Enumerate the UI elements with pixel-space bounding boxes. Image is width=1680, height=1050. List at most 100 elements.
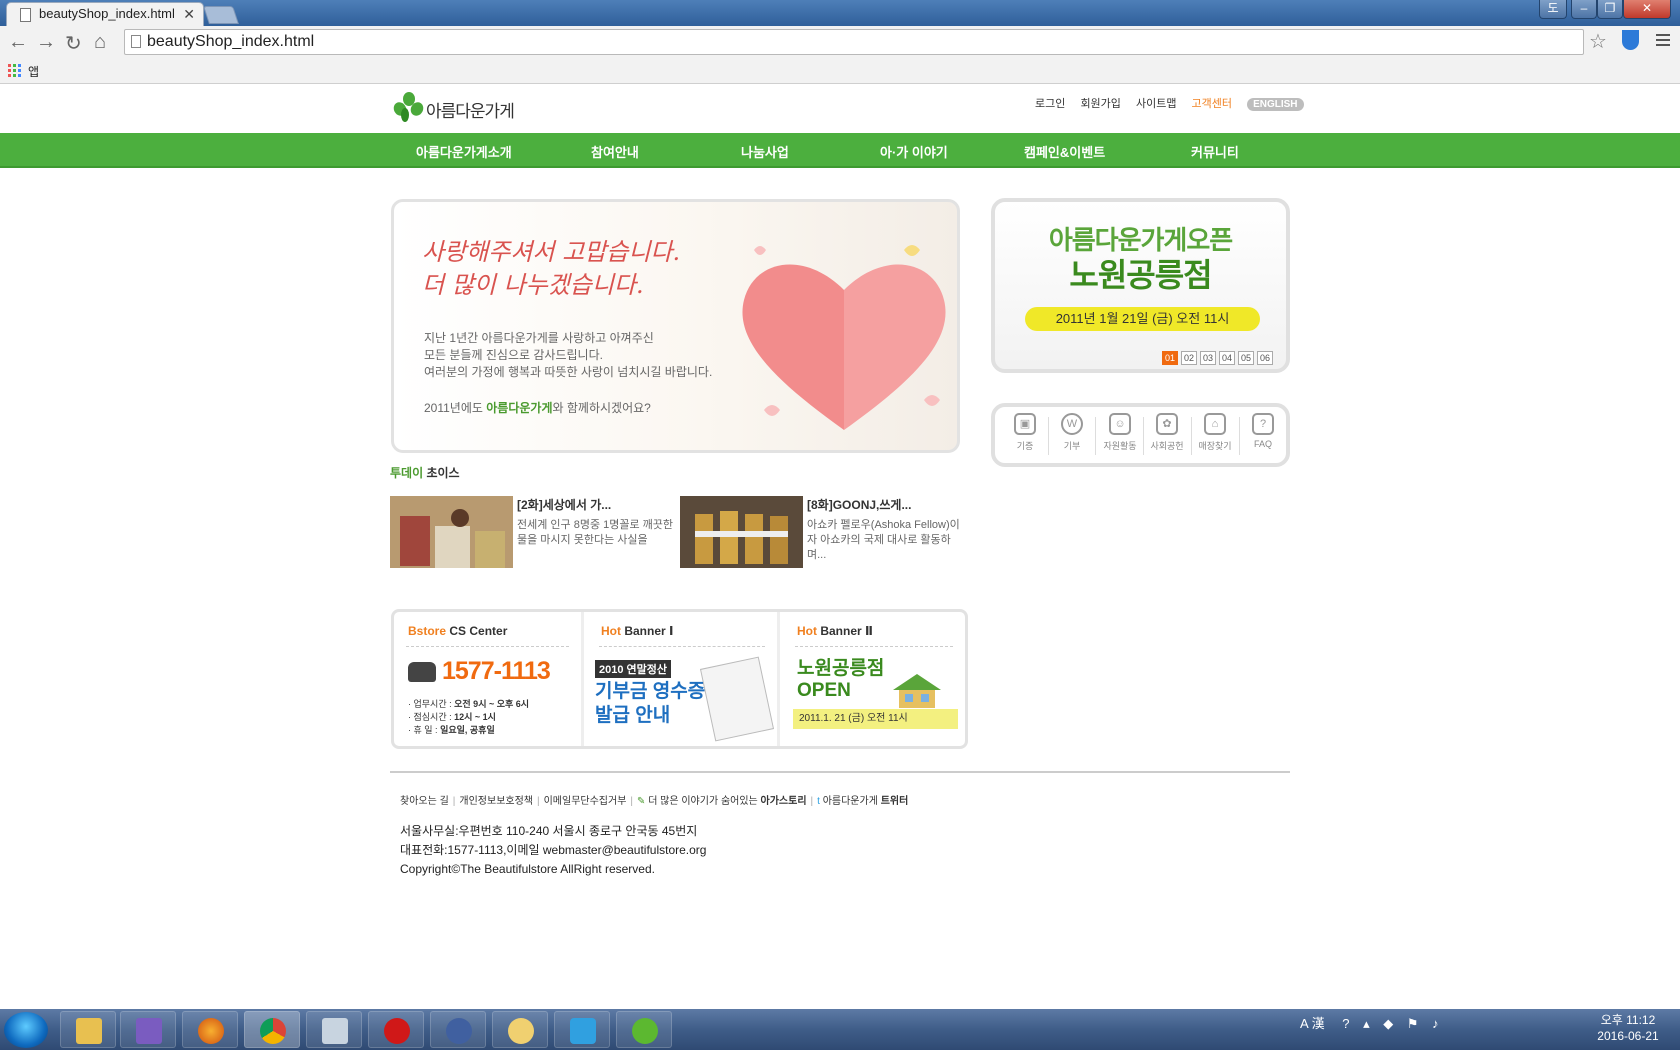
hours-value: 일요일, 공휴일 [440, 725, 495, 735]
taskbar-firefox[interactable] [182, 1011, 238, 1048]
news-thumbnail[interactable] [680, 496, 803, 568]
hb1-text: 기부금 영수증 발급 안내 [595, 680, 705, 728]
hb1-tag: 2010 연말정산 [595, 660, 672, 678]
sitemap-link[interactable]: 사이트맵 [1136, 98, 1176, 110]
network-icon[interactable]: ▴ [1363, 1016, 1370, 1031]
utility-nav: 로그인 회원가입 사이트맵 고객센터 ENGLISH [1035, 95, 1304, 111]
flag-icon[interactable]: ⚑ [1407, 1016, 1419, 1031]
tab-close-icon[interactable]: ✕ [183, 6, 195, 23]
restore-button[interactable]: ❐ [1597, 0, 1623, 19]
reload-icon[interactable]: ↻ [65, 31, 82, 56]
news-desc: 전세계 인구 8명중 1명꼴로 깨끗한 물을 마시지 못한다는 사실을 [517, 519, 674, 546]
hours-value: 오전 9시 ~ 오후 6시 [454, 699, 530, 709]
pager-03[interactable]: 03 [1200, 351, 1216, 365]
pager-06[interactable]: 06 [1257, 351, 1273, 365]
system-clock[interactable]: 오후 11:12 2016-06-21 [1578, 1012, 1678, 1044]
taskbar-paint[interactable] [492, 1011, 548, 1048]
pager-02[interactable]: 02 [1181, 351, 1197, 365]
taskbar-chrome[interactable] [244, 1011, 300, 1048]
hours-value: 12시 ~ 1시 [454, 712, 496, 722]
browser-toolbar: ← → ↻ ⌂ beautyShop_index.html ☆ [0, 26, 1680, 59]
close-window-button[interactable]: ✕ [1623, 0, 1671, 19]
nav-about[interactable]: 아름다운가게소개 [416, 142, 512, 161]
hot-banner-2[interactable]: Hot Banner Ⅱ 2011.1. 21 (금) 오전 11시 노원공릉점… [783, 612, 965, 746]
minimize-button[interactable]: – [1571, 0, 1597, 19]
hb1-title-rest: Banner Ⅰ [621, 624, 674, 638]
firefox-icon [198, 1018, 224, 1044]
footer-privacy-link[interactable]: 개인정보보호정책 [459, 796, 533, 807]
twitter-link[interactable]: 아름다운가게 트위터 [823, 796, 909, 807]
question-prefix: 2011년에도 [424, 401, 487, 415]
home-icon[interactable]: ⌂ [94, 31, 106, 54]
quick-volunteer[interactable]: ☺ 자원활동 [1098, 413, 1142, 452]
nav-stories[interactable]: 아·가 이야기 [880, 142, 948, 161]
news-item[interactable]: [8화]GOONJ,쓰게... 아쇼카 펠로우(Ashoka Fellow)이자… [680, 496, 970, 568]
hours-row: · 업무시간 : 오전 9시 ~ 오후 6시 [408, 698, 529, 711]
utorrent-icon [632, 1018, 658, 1044]
nav-community[interactable]: 커뮤니티 [1191, 142, 1239, 161]
back-icon[interactable]: ← [8, 31, 28, 54]
extension-shield-icon[interactable] [1622, 30, 1639, 50]
shield-tray-icon[interactable]: ◆ [1383, 1016, 1393, 1031]
tab-title: beautyShop_index.html [39, 6, 175, 21]
taskbar-app-box[interactable] [554, 1011, 610, 1048]
start-button[interactable] [4, 1012, 48, 1048]
ime-indicator[interactable]: A 漢 [1300, 1016, 1325, 1031]
taskbar-calculator[interactable] [306, 1011, 362, 1048]
address-bar[interactable]: beautyShop_index.html [124, 29, 1584, 55]
volume-icon[interactable]: ♪ [1432, 1016, 1439, 1031]
browser-tab[interactable]: beautyShop_index.html ✕ [6, 2, 204, 26]
bookmark-star-icon[interactable]: ☆ [1589, 29, 1607, 54]
news-title[interactable]: [2화]세상에서 가... [517, 496, 611, 513]
thank-you-banner[interactable]: 사랑해주셔서 고맙습니다. 더 많이 나누겠습니다. 지난 1년간 아름다운가게… [391, 199, 960, 453]
apps-grid-icon[interactable] [8, 64, 21, 77]
quick-faq[interactable]: ? FAQ [1241, 413, 1285, 449]
quick-label: 기증 [1016, 441, 1034, 451]
english-button[interactable]: ENGLISH [1247, 98, 1304, 111]
clover-leaf-icon [391, 92, 426, 122]
apps-link[interactable]: 앱 [28, 63, 39, 80]
login-link[interactable]: 로그인 [1035, 98, 1065, 110]
nav-participate[interactable]: 참여안내 [591, 142, 639, 161]
quick-social[interactable]: ✿ 사회공헌 [1145, 413, 1189, 452]
customer-center-link[interactable]: 고객센터 [1192, 98, 1232, 110]
quick-store-finder[interactable]: ⌂ 매장찾기 [1193, 413, 1237, 452]
footer-links: 찾아오는 길 | 개인정보보호정책 | 이메일무단수집거부 | ✎ 더 많은 이야기가 숨어… [400, 792, 908, 807]
hot-banner-1[interactable]: Hot Banner Ⅰ 2010 연말정산 기부금 영수증 발급 안내 [587, 612, 780, 746]
store-open-banner[interactable]: 아름다운가게오픈 노원공릉점 2011년 1월 21일 (금) 오전 11시 0… [991, 198, 1290, 373]
taskbar-visual-studio[interactable] [120, 1011, 176, 1048]
taskbar-explorer[interactable] [60, 1011, 116, 1048]
nav-sharing[interactable]: 나눔사업 [741, 142, 789, 161]
hours-row: · 휴 일 : 일요일, 공휴일 [408, 724, 529, 737]
footer-contact: 대표전화:1577-1113,이메일 webmaster@beautifulst… [400, 843, 707, 857]
store-house-icon [893, 674, 941, 708]
divider [1239, 417, 1240, 455]
footer-directions-link[interactable]: 찾아오는 길 [400, 796, 449, 807]
taskbar-utorrent[interactable] [616, 1011, 672, 1048]
footer-email-link[interactable]: 이메일무단수집거부 [544, 796, 627, 807]
forward-icon[interactable]: → [36, 31, 56, 54]
quick-donate-money[interactable]: W 기부 [1050, 413, 1094, 452]
new-tab-button[interactable] [203, 6, 239, 24]
taskbar-opera[interactable] [368, 1011, 424, 1048]
nav-campaign[interactable]: 캠페인&이벤트 [1024, 142, 1105, 161]
divider [1095, 417, 1096, 455]
chrome-menu-icon[interactable] [1656, 34, 1670, 49]
news-thumbnail[interactable] [390, 496, 513, 568]
help-icon[interactable]: ? [1342, 1016, 1349, 1031]
news-title[interactable]: [8화]GOONJ,쓰게... [807, 496, 911, 513]
profile-button[interactable]: 도 [1539, 0, 1567, 19]
pager-05[interactable]: 05 [1238, 351, 1254, 365]
join-link[interactable]: 회원가입 [1080, 98, 1120, 110]
banner-pager: 01 02 03 04 05 06 [1162, 348, 1276, 366]
story-link[interactable]: 더 많은 이야기가 숨어있는 아가스토리 [648, 796, 806, 807]
pager-01[interactable]: 01 [1162, 351, 1178, 365]
store-icon: ⌂ [1204, 413, 1226, 435]
pager-04[interactable]: 04 [1219, 351, 1235, 365]
news-item[interactable]: [2화]세상에서 가... 전세계 인구 8명중 1명꼴로 깨끗한 물을 마시지… [390, 496, 680, 568]
quick-label: 자원활동 [1103, 441, 1137, 451]
hb1-title: Hot Banner Ⅰ [601, 624, 673, 638]
hours-label: · 휴 일 : [408, 725, 441, 735]
quick-donate-goods[interactable]: ▣ 기증 [1003, 413, 1047, 452]
taskbar-app-s[interactable] [430, 1011, 486, 1048]
